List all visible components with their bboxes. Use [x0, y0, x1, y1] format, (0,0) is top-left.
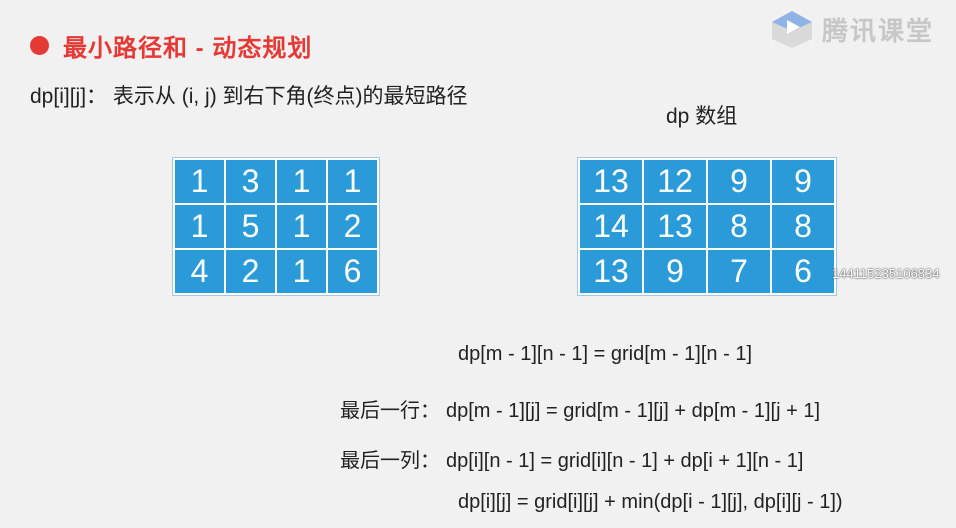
dp-cell: 14: [580, 205, 642, 248]
dp-cell: 6: [772, 250, 834, 293]
dp-cell: 12: [644, 160, 706, 203]
slide-title: 最小路径和 - 动态规划: [63, 35, 313, 62]
formula-last-column: 最后一列： dp[i][n - 1] = grid[i][n - 1] + dp[…: [340, 444, 803, 473]
grid-cell: 2: [328, 205, 377, 248]
grid-input-table: 1 3 1 1 1 5 1 2 4 2 1 6: [173, 158, 379, 295]
dp-cell: 13: [644, 205, 706, 248]
play-logo-icon: [772, 11, 812, 48]
logo-text: 腾讯课堂: [822, 15, 935, 46]
grid-cell: 3: [226, 160, 275, 203]
dp-cell: 13: [580, 250, 642, 293]
grid-cell: 1: [277, 205, 326, 248]
grid-cell: 1: [175, 160, 224, 203]
dp-cell: 9: [708, 160, 770, 203]
grid-cell: 1: [175, 205, 224, 248]
slide-title-row: 最小路径和 - 动态规划: [30, 28, 312, 63]
grid-cell: 6: [328, 250, 377, 293]
formula-last-row-label: 最后一行：: [340, 400, 440, 422]
red-bullet-icon: [30, 36, 49, 55]
grid-cell: 4: [175, 250, 224, 293]
dp-cell: 8: [708, 205, 770, 248]
grid-cell: 1: [277, 160, 326, 203]
grid-cell: 1: [277, 250, 326, 293]
tencent-classroom-logo: 腾讯课堂: [770, 9, 934, 49]
dp-cell: 8: [772, 205, 834, 248]
grid-cell: 1: [328, 160, 377, 203]
watermark-number: 144115235106834: [832, 266, 940, 281]
dp-definition: dp[i][j]： 表示从 (i, j) 到右下角(终点)的最短路径: [30, 85, 468, 108]
dp-cell: 7: [708, 250, 770, 293]
grid-cell: 5: [226, 205, 275, 248]
formula-general: dp[i][j] = grid[i][j] + min(dp[i - 1][j]…: [458, 491, 843, 513]
formula-base-case: dp[m - 1][n - 1] = grid[m - 1][n - 1]: [458, 343, 752, 365]
formula-last-row: 最后一行： dp[m - 1][j] = grid[m - 1][j] + dp[…: [340, 394, 820, 423]
dp-array-label: dp 数组: [666, 105, 738, 128]
dp-cell: 13: [580, 160, 642, 203]
dp-cell: 9: [644, 250, 706, 293]
grid-cell: 2: [226, 250, 275, 293]
formula-last-column-label: 最后一列：: [340, 450, 440, 472]
formula-last-row-expr: dp[m - 1][j] = grid[m - 1][j] + dp[m - 1…: [446, 400, 821, 422]
formula-last-column-expr: dp[i][n - 1] = grid[i][n - 1] + dp[i + 1…: [446, 450, 804, 472]
dp-cell: 9: [772, 160, 834, 203]
dp-array-table: 13 12 9 9 14 13 8 8 13 9 7 6: [578, 158, 836, 295]
